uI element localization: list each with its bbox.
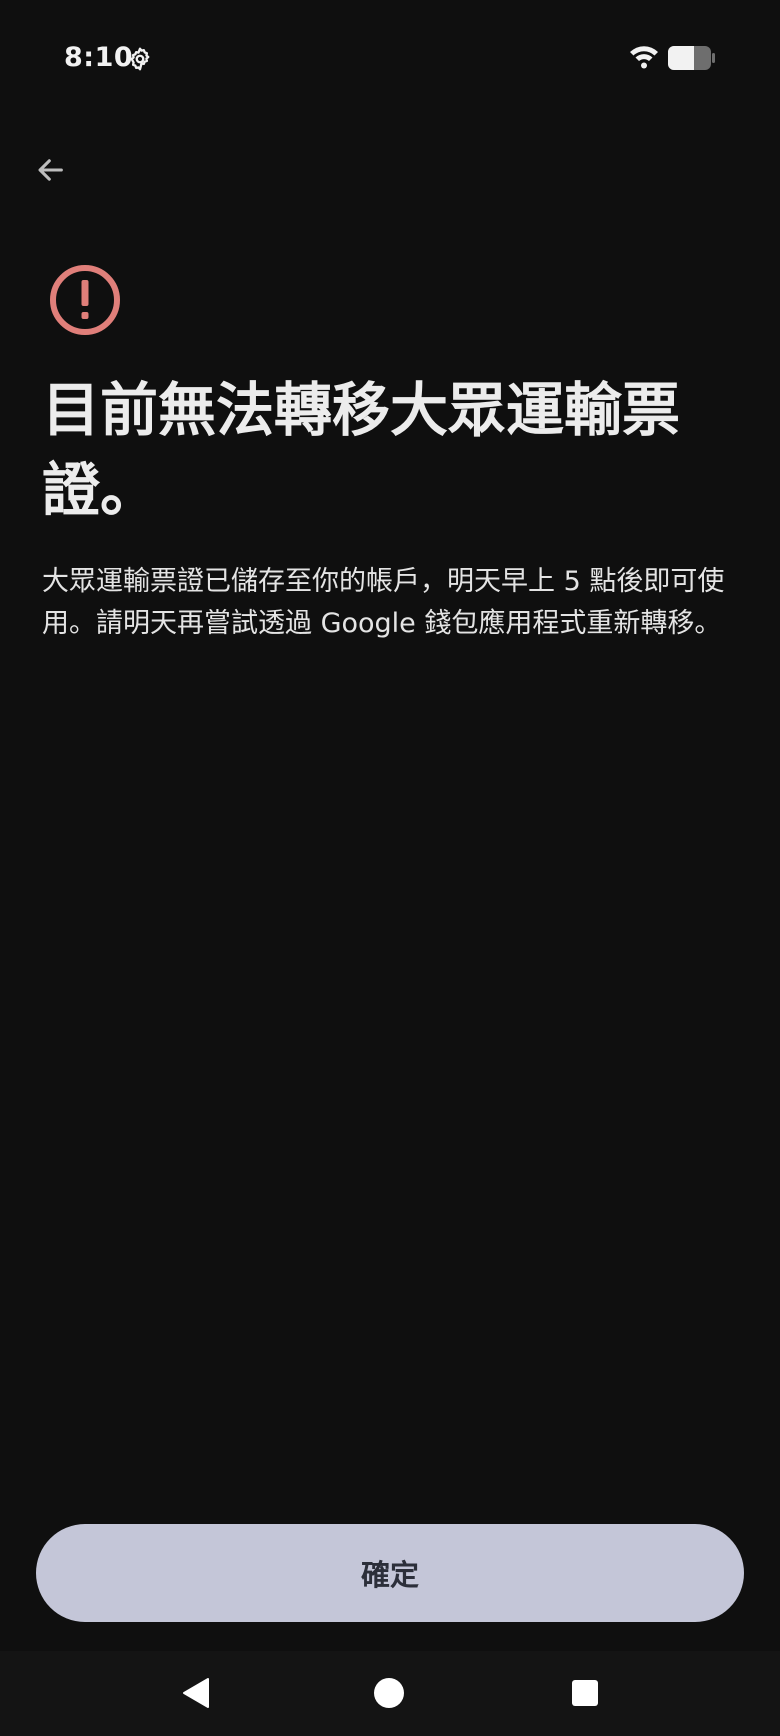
arrow-left-icon [33,153,67,191]
square-recents-icon [571,1679,599,1711]
triangle-back-icon [180,1676,212,1714]
navigation-bar [0,1651,780,1736]
status-time: 8:10 [64,42,134,73]
confirm-button[interactable]: 確定 [36,1524,744,1622]
nav-back-button[interactable] [166,1665,226,1725]
status-bar: 8:10 [0,0,780,116]
error-circle-icon [48,263,122,337]
circle-home-icon [373,1677,405,1713]
nav-home-button[interactable] [359,1665,419,1725]
nav-recents-button[interactable] [555,1665,615,1725]
page-title: 目前無法轉移大眾運輸票證。 [42,376,681,524]
back-button[interactable] [26,148,74,196]
gear-icon [126,45,154,73]
battery-icon [667,45,717,71]
page-body-text: 大眾運輸票證已儲存至你的帳戶，明天早上 5 點後即可使用。請明天再嘗試透過 Go… [42,566,725,639]
wifi-icon [628,44,660,70]
